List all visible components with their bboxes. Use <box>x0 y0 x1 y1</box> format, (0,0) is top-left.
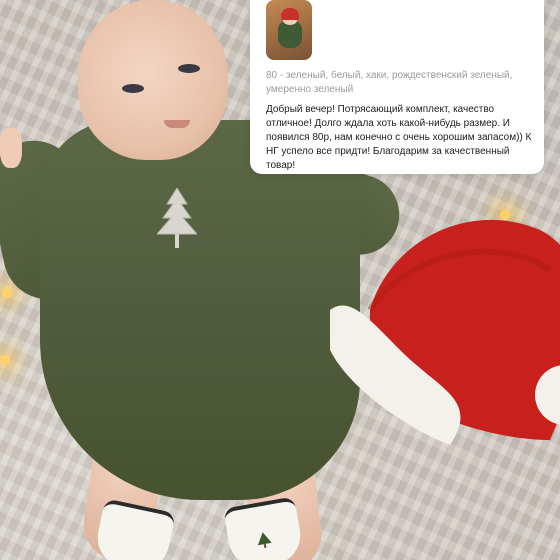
sock-right <box>222 496 306 560</box>
fairy-light <box>2 288 12 298</box>
christmas-tree-icon <box>157 188 197 248</box>
baby-eye <box>122 84 144 93</box>
baby-eye <box>178 64 200 73</box>
christmas-tree-icon <box>257 532 272 549</box>
baby-mouth <box>164 120 190 128</box>
product-photo: 80 - зеленый, белый, хаки, рождественски… <box>0 0 560 560</box>
review-text: Добрый вечер! Потрясающий комплект, каче… <box>266 104 532 171</box>
thumbnail-hat <box>281 8 299 20</box>
review-card: 80 - зеленый, белый, хаки, рождественски… <box>250 0 544 174</box>
santa-hat <box>330 220 560 445</box>
baby-head <box>78 0 228 160</box>
review-variant-label: 80 - зеленый, белый, хаки, рождественски… <box>266 70 513 95</box>
fairy-light <box>0 355 10 365</box>
green-romper <box>40 120 360 500</box>
baby-hand <box>0 128 22 168</box>
review-photo-thumbnail[interactable] <box>266 0 312 60</box>
